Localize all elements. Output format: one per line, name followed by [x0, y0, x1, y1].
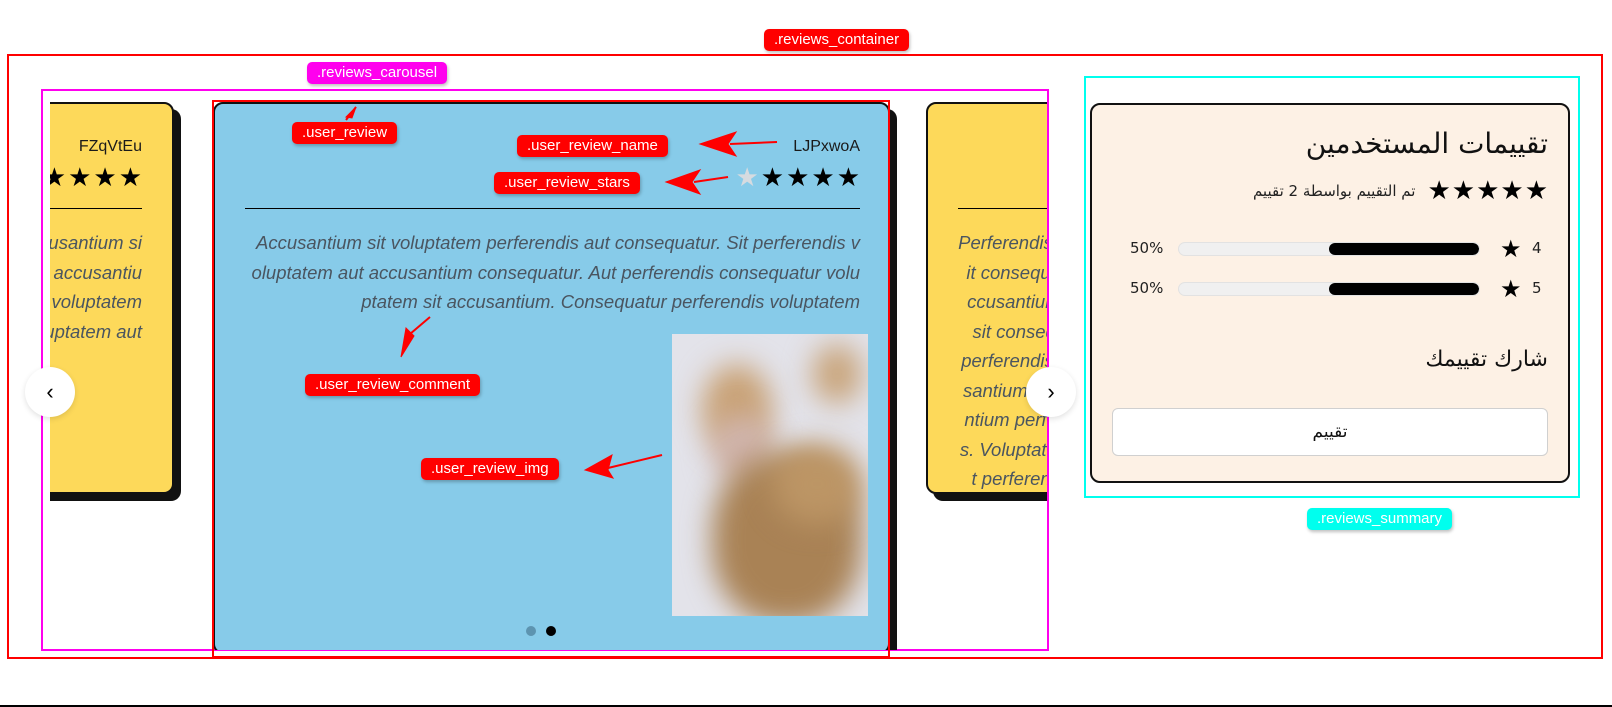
- reviews-container-tag: .reviews_container: [764, 29, 910, 51]
- review-card: FZqVtEu ★★★★ Accusantium sit voluptatem …: [50, 102, 174, 494]
- chevron-left-icon: ‹: [46, 379, 54, 404]
- review-comment: Perferendis aut sit consequatur accusant…: [958, 232, 1047, 489]
- summary-rating: ★ ★ ★ ★ ★ تم التقييم بواسطة 2 تقييم: [1253, 178, 1548, 204]
- carousel-prev-button[interactable]: ‹: [25, 367, 75, 417]
- rating-bar: [1178, 242, 1480, 256]
- star-icon: ★: [1427, 176, 1451, 206]
- star-icon: ★: [1476, 176, 1500, 206]
- rating-star-value: 4: [1532, 239, 1542, 257]
- review-divider: [958, 208, 1047, 209]
- star-icon: ★: [93, 162, 117, 192]
- review-comment: Accusantium sit voluptatem perferendis a…: [50, 232, 142, 342]
- review-stars: ★★★★: [50, 164, 142, 190]
- review-divider: [50, 208, 142, 209]
- rating-bar-fill: [1329, 283, 1479, 295]
- rating-percent: 50%: [1130, 239, 1164, 257]
- star-icon: ★: [1524, 176, 1548, 206]
- star-icon: ★: [1500, 235, 1522, 263]
- summary-stars: ★ ★ ★ ★ ★: [1427, 178, 1548, 204]
- star-icon: ★: [68, 162, 92, 192]
- reviews-summary: تقييمات المستخدمين ★ ★ ★ ★ ★ تم التقييم بواس…: [1090, 103, 1570, 483]
- summary-rated-by: تم التقييم بواسطة 2 تقييم: [1252, 182, 1416, 200]
- user-review-stars-tag: .user_review_stars: [494, 172, 640, 194]
- rating-percent: 50%: [1130, 279, 1164, 297]
- summary-title: تقييمات المستخدمين: [1305, 127, 1548, 160]
- share-review-label: شارك تقييمك: [1425, 347, 1548, 372]
- chevron-right-icon: ›: [1047, 379, 1055, 404]
- rating-breakdown-row: 50% ★ 4: [1092, 235, 1568, 263]
- user-review-name-tag: .user_review_name: [517, 135, 668, 157]
- rate-button[interactable]: تقييم: [1112, 408, 1548, 456]
- reviews-carousel-tag: .reviews_carousel: [307, 62, 448, 84]
- rating-bar-fill: [1329, 243, 1479, 255]
- user-review-comment-tag: .user_review_comment: [305, 374, 481, 396]
- carousel-next-button[interactable]: ›: [1026, 367, 1076, 417]
- star-icon: ★: [118, 162, 142, 192]
- reviews-summary-tag: .reviews_summary: [1307, 508, 1453, 530]
- star-icon: ★: [1500, 275, 1522, 303]
- user-review-img-tag: .user_review_img: [421, 458, 559, 480]
- user-review-tag: .user_review: [292, 122, 398, 144]
- rating-star-value: 5: [1532, 279, 1542, 297]
- star-icon: ★: [1500, 176, 1524, 206]
- review-name: FZqVtEu: [78, 138, 142, 155]
- star-icon: ★: [50, 164, 66, 190]
- rating-bar: [1178, 282, 1480, 296]
- rating-breakdown-row: 50% ★ 5: [1092, 275, 1568, 303]
- star-icon: ★: [1451, 176, 1476, 206]
- review-card: Perferendis aut sit consequatur accusant…: [926, 102, 1047, 494]
